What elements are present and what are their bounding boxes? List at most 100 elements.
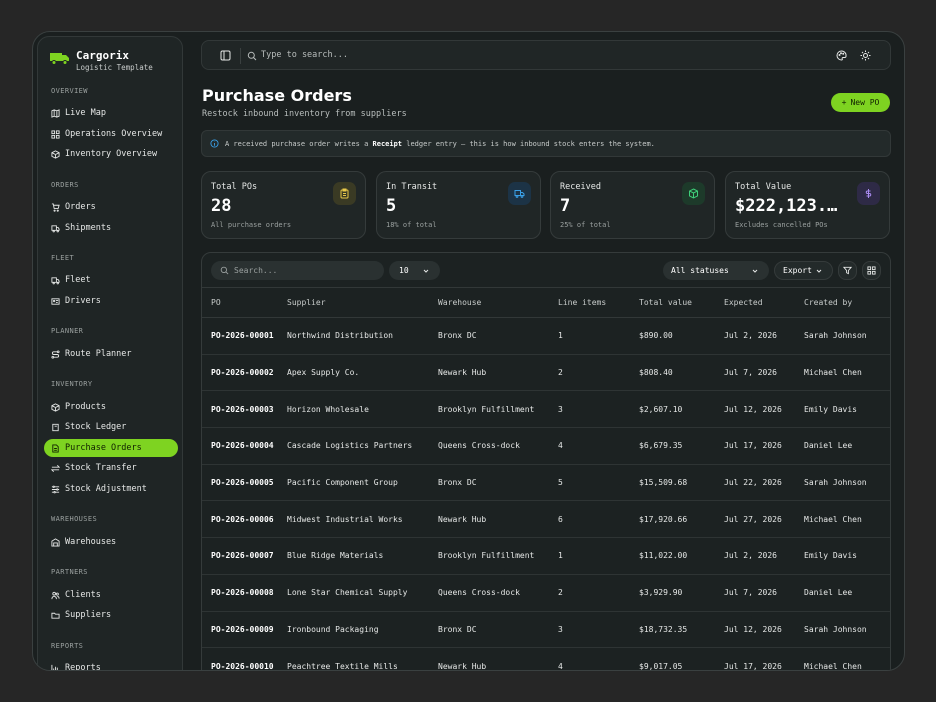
truck-icon [51, 276, 60, 284]
stat-value: 7 [560, 196, 571, 216]
table-header-row: PO Supplier Warehouse Line items Total v… [202, 287, 890, 318]
sidebar-item-suppliers[interactable]: Suppliers [44, 606, 178, 624]
sidebar-item-shipments[interactable]: Shipments [44, 219, 178, 237]
column-header[interactable]: Warehouse [438, 287, 558, 318]
sidebar-item-label: Inventory Overview [65, 149, 158, 159]
table-cell: Northwind Distribution [287, 317, 438, 355]
document-icon [52, 443, 59, 453]
sliders-icon [51, 485, 60, 493]
brand[interactable]: Cargorix Logistic Template [50, 49, 153, 74]
sidebar-item-route-planner[interactable]: Route Planner [44, 345, 178, 363]
table-row[interactable]: PO-2026-00002 Apex Supply Co. Newark Hub 2 $… [202, 354, 890, 392]
table-row[interactable]: PO-2026-00006 Midwest Industrial Works New… [202, 500, 890, 539]
plus-icon: + [841, 98, 847, 107]
sidebar-item-reports[interactable]: Reports [44, 659, 178, 670]
table-cell: Jul 2, 2026 [724, 317, 804, 355]
table-row[interactable]: PO-2026-00009 Ironbound Packaging Bronx DC… [202, 611, 890, 649]
stat-card-in-transit: In Transit 5 18% of total [376, 171, 541, 239]
export-button[interactable]: Export [774, 261, 833, 280]
table-cell: $890.00 [639, 317, 724, 355]
table-cell: Emily Davis [804, 390, 890, 429]
search-icon [220, 266, 229, 275]
truck-icon [51, 224, 60, 232]
sidebar-item-live-map[interactable]: Live Map [44, 104, 178, 122]
table-cell: Queens Cross-dock [438, 427, 558, 465]
package-icon [682, 182, 705, 205]
table-cell: 2 [558, 354, 639, 392]
page-size-select[interactable]: 10 [389, 261, 440, 280]
table-cell: Brooklyn Fulfillment [438, 537, 558, 575]
sidebar-item-fleet[interactable]: Fleet [44, 271, 178, 289]
sidebar-item-inventory-overview[interactable]: Inventory Overview [44, 145, 178, 163]
clipboard-icon [333, 182, 356, 205]
stat-label: Received [560, 182, 601, 192]
sidebar-item-warehouses[interactable]: Warehouses [44, 533, 178, 551]
status-filter-select[interactable]: All statuses [663, 261, 769, 280]
sidebar-item-drivers[interactable]: Drivers [44, 292, 178, 310]
truck-icon [508, 182, 531, 205]
sidebar-item-label: Stock Transfer [65, 463, 137, 473]
stat-label: Total POs [211, 182, 258, 192]
sidebar-toggle-icon[interactable] [220, 50, 231, 61]
table-row[interactable]: PO-2026-00010 Peachtree Textile Mills Newa… [202, 647, 890, 670]
table-row[interactable]: PO-2026-00001 Northwind Distribution Bronx… [202, 317, 890, 355]
sidebar-item-label: Fleet [65, 275, 91, 285]
table-cell: Jul 7, 2026 [724, 354, 804, 392]
sidebar-item-clients[interactable]: Clients [44, 586, 178, 604]
brand-name: Cargorix [76, 49, 129, 62]
stat-value: 28 [211, 196, 232, 216]
column-header[interactable]: Supplier [287, 287, 438, 318]
table-cell: PO-2026-00007 [202, 537, 287, 575]
table-row[interactable]: PO-2026-00007 Blue Ridge Materials Brookly… [202, 537, 890, 575]
nav-section-fleet: FLEET [51, 254, 75, 262]
column-header[interactable]: Line items [558, 287, 639, 318]
nav-section-reports: REPORTS [51, 642, 84, 650]
sidebar-item-stock-transfer[interactable]: Stock Transfer [44, 459, 178, 477]
table-row[interactable]: PO-2026-00004 Cascade Logistics Partners Q… [202, 427, 890, 465]
stat-note: All purchase orders [211, 221, 292, 229]
table-cell: Peachtree Textile Mills [287, 647, 438, 670]
table-cell: Emily Davis [804, 537, 890, 575]
sidebar-item-stock-ledger[interactable]: Stock Ledger [44, 418, 178, 436]
sidebar-item-purchase-orders[interactable]: Purchase Orders [44, 439, 178, 457]
column-header[interactable]: Created by [804, 287, 890, 318]
sun-icon[interactable] [860, 50, 871, 61]
stat-label: Total Value [735, 182, 792, 192]
info-text: A received purchase order writes a Recei… [225, 139, 655, 148]
table-row[interactable]: PO-2026-00008 Lone Star Chemical Supply Qu… [202, 574, 890, 612]
sidebar-item-label: Warehouses [65, 537, 117, 547]
table-row[interactable]: PO-2026-00005 Pacific Component Group Bron… [202, 464, 890, 502]
table-row[interactable]: PO-2026-00003 Horizon Wholesale Brooklyn F… [202, 390, 890, 429]
sidebar-item-orders[interactable]: Orders [44, 198, 178, 216]
nav-section-orders: ORDERS [51, 181, 79, 189]
folder-icon [51, 612, 60, 619]
info-banner: A received purchase order writes a Recei… [201, 130, 891, 157]
table-cell: Cascade Logistics Partners [287, 427, 438, 465]
table-cell: 4 [558, 647, 639, 670]
column-header[interactable]: Expected [724, 287, 804, 318]
sidebar-item-operations-overview[interactable]: Operations Overview [44, 125, 178, 143]
column-header[interactable]: PO [202, 287, 287, 318]
id-card-icon [51, 297, 60, 305]
table-cell: PO-2026-00004 [202, 427, 287, 465]
sidebar-item-stock-adjustment[interactable]: Stock Adjustment [44, 480, 178, 498]
table-cell: 2 [558, 574, 639, 612]
table-cell: PO-2026-00005 [202, 464, 287, 502]
grid-view-button[interactable] [862, 261, 881, 280]
table-cell: Michael Chen [804, 500, 890, 539]
table-cell: $15,509.68 [639, 464, 724, 502]
stat-note: 18% of total [386, 221, 437, 229]
global-search-input[interactable]: Type to search... [261, 50, 348, 60]
table-cell: Bronx DC [438, 611, 558, 649]
new-po-button[interactable]: + New PO [831, 93, 890, 112]
new-po-label: New PO [850, 98, 880, 107]
table-cell: Sarah Johnson [804, 611, 890, 649]
table-cell: Horizon Wholesale [287, 390, 438, 429]
info-icon [210, 139, 219, 148]
filter-button[interactable] [838, 261, 857, 280]
palette-icon[interactable] [836, 50, 847, 61]
sidebar-item-products[interactable]: Products [44, 398, 178, 416]
stat-value: 5 [386, 196, 397, 216]
column-header[interactable]: Total value [639, 287, 724, 318]
table-search-input[interactable]: Search... [211, 261, 384, 280]
